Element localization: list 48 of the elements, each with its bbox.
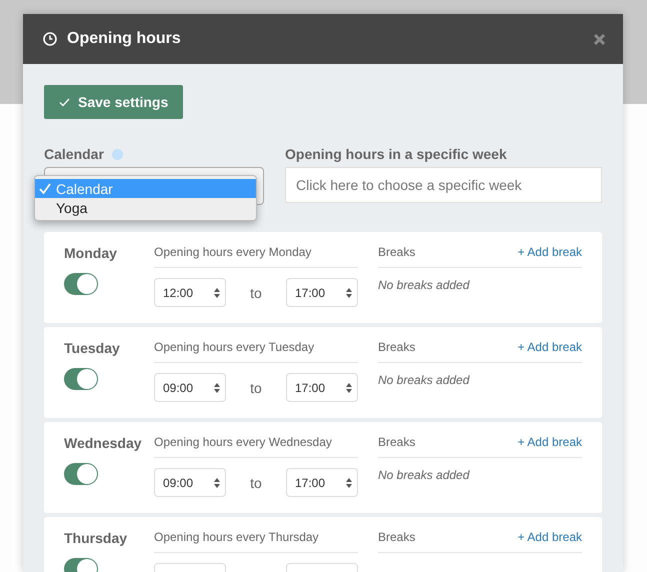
updown-icon: [346, 382, 352, 392]
time-select[interactable]: 17:00: [286, 278, 358, 307]
no-breaks-text: No breaks added: [378, 278, 471, 292]
check-icon: [59, 98, 70, 106]
check-icon: [39, 183, 51, 194]
calendar-label: Calendar: [44, 146, 104, 162]
day-toggle[interactable]: [64, 368, 98, 390]
no-breaks-text: No breaks added: [378, 373, 471, 387]
day-name: Monday: [64, 245, 118, 261]
time-select[interactable]: 12:00: [154, 278, 226, 307]
time-select[interactable]: 17:00: [286, 468, 358, 497]
to-label: to: [250, 474, 262, 490]
day-toggle[interactable]: [64, 273, 98, 295]
close-icon[interactable]: [594, 34, 605, 44]
day-name: Wednesday: [64, 435, 143, 451]
day-name: Tuesday: [64, 340, 121, 356]
breaks-label: Breaks: [378, 435, 416, 449]
dialog-title: Opening hours: [67, 30, 182, 48]
hours-label: Opening hours every Thursday: [154, 530, 319, 544]
add-break-link[interactable]: + Add break: [518, 340, 582, 354]
updown-icon: [214, 478, 220, 488]
updown-icon: [346, 288, 352, 298]
clock-icon: [43, 32, 57, 46]
time-select[interactable]: 09:00: [154, 373, 226, 402]
save-button[interactable]: Save settings: [44, 85, 184, 119]
hours-label: Opening hours every Tuesday: [154, 340, 314, 354]
week-field[interactable]: Click here to choose a specific week: [285, 167, 602, 203]
dropdown-option[interactable]: Yoga: [35, 198, 256, 217]
breaks-label: Breaks: [378, 245, 416, 259]
to-label: to: [250, 380, 262, 396]
hours-label: Opening hours every Wednesday: [154, 435, 332, 449]
updown-icon: [214, 288, 220, 298]
breaks-label: Breaks: [378, 530, 416, 544]
day-name: Thursday: [64, 530, 128, 546]
updown-icon: [214, 382, 220, 392]
breaks-label: Breaks: [378, 340, 416, 354]
day-toggle[interactable]: [64, 463, 98, 485]
add-break-link[interactable]: + Add break: [518, 435, 582, 449]
updown-icon: [346, 478, 352, 488]
week-label: Opening hours in a specific week: [285, 146, 507, 162]
hours-label: Opening hours every Monday: [154, 245, 312, 259]
to-label: to: [250, 284, 262, 300]
time-select[interactable]: 17:00: [286, 373, 358, 402]
add-break-link[interactable]: + Add break: [518, 530, 582, 544]
info-dot-icon: [112, 148, 123, 160]
time-select[interactable]: 09:00: [154, 468, 226, 497]
add-break-link[interactable]: + Add break: [518, 245, 582, 259]
no-breaks-text: No breaks added: [378, 468, 471, 482]
